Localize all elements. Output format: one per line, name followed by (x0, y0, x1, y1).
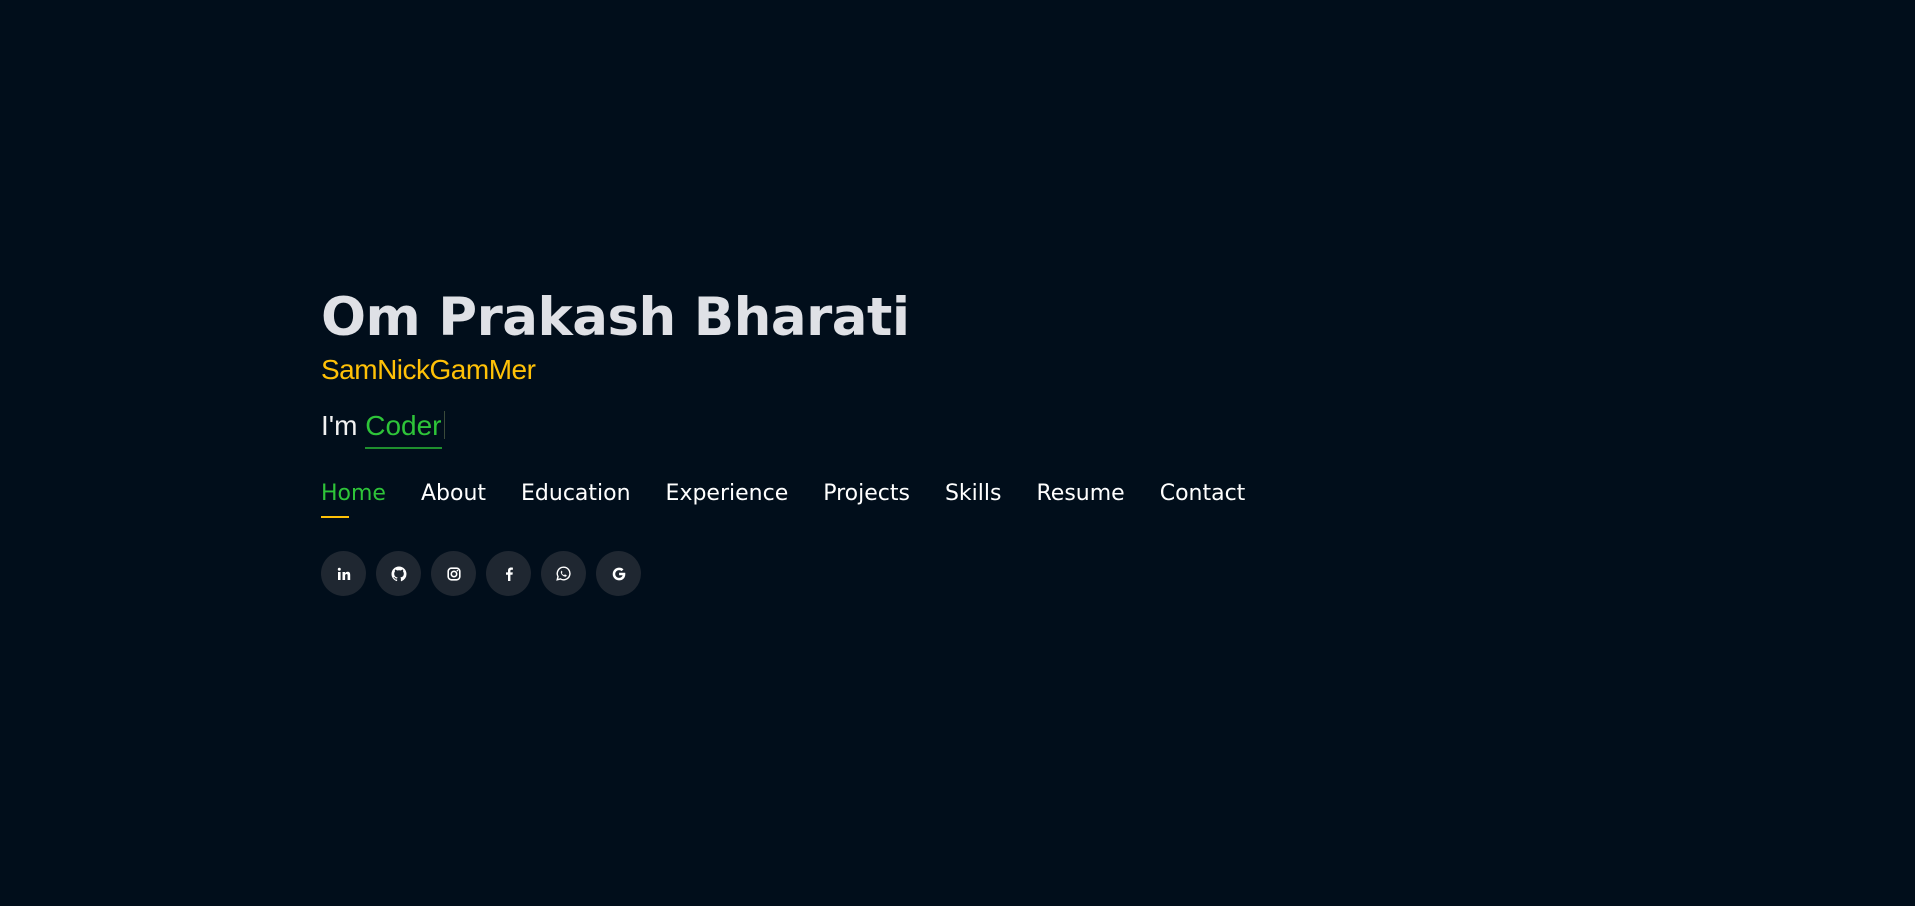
social-links (321, 551, 1621, 596)
github-icon (391, 566, 407, 582)
nav-item-about[interactable]: About (421, 479, 486, 509)
linkedin-icon (337, 567, 351, 581)
nav-item-home[interactable]: Home (321, 479, 386, 518)
instagram-icon (446, 566, 461, 581)
typed-line: I'm Coder (321, 409, 1621, 449)
google-icon (612, 567, 626, 581)
hero-name: Om Prakash Bharati (321, 287, 910, 348)
hero-section: Om Prakash Bharati SamNickGamMer I'm Cod… (321, 285, 1621, 596)
facebook-link[interactable] (486, 551, 531, 596)
typing-caret (443, 411, 445, 439)
nav-item-education[interactable]: Education (521, 479, 631, 509)
typed-word: Coder (365, 409, 442, 449)
main-nav: Home About Education Experience Projects… (321, 479, 1621, 518)
whatsapp-icon (556, 566, 571, 581)
hero-alias: SamNickGamMer (321, 354, 536, 385)
nav-item-contact[interactable]: Contact (1160, 479, 1246, 509)
google-link[interactable] (596, 551, 641, 596)
nav-item-resume[interactable]: Resume (1036, 479, 1124, 509)
facebook-icon (504, 567, 514, 581)
nav-item-skills[interactable]: Skills (945, 479, 1002, 509)
typed-prefix: I'm (321, 410, 366, 441)
whatsapp-link[interactable] (541, 551, 586, 596)
instagram-link[interactable] (431, 551, 476, 596)
nav-item-projects[interactable]: Projects (823, 479, 910, 509)
nav-item-experience[interactable]: Experience (666, 479, 789, 509)
github-link[interactable] (376, 551, 421, 596)
linkedin-link[interactable] (321, 551, 366, 596)
